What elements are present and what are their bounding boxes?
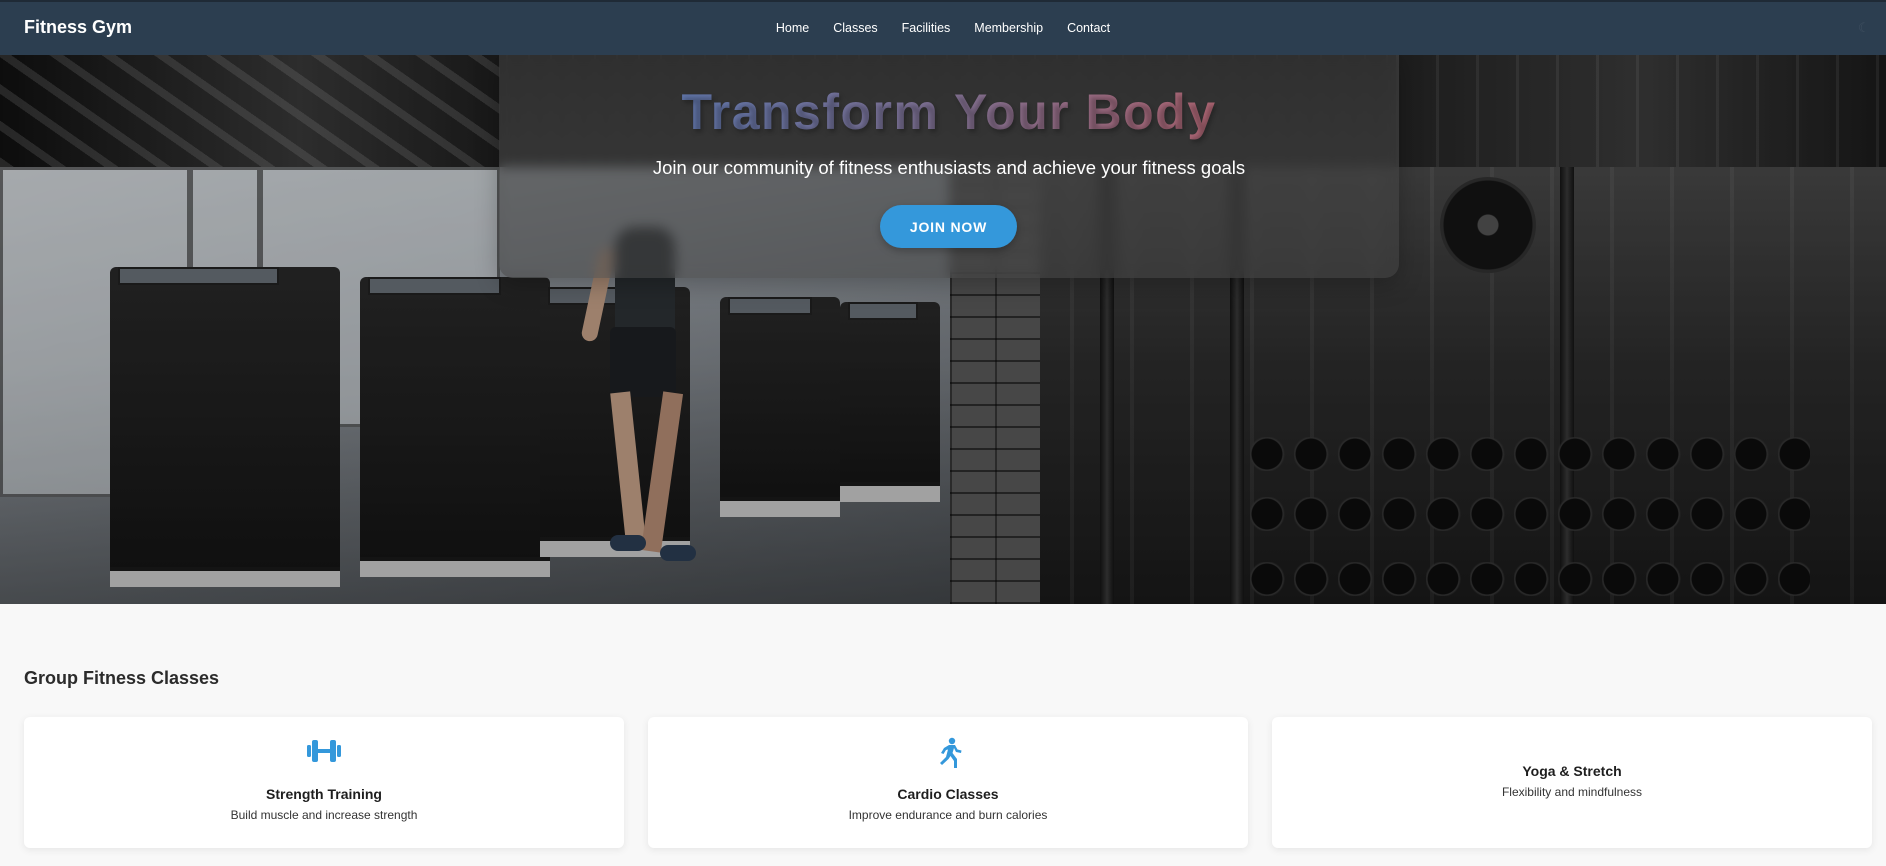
- class-card-title: Yoga & Stretch: [1522, 763, 1622, 779]
- classes-list: Strength Training Build muscle and incre…: [24, 717, 1872, 848]
- navbar: Fitness Gym Home Classes Facilities Memb…: [0, 0, 1886, 55]
- join-now-button[interactable]: JOIN NOW: [880, 205, 1017, 248]
- hero-section: Transform Your Body Join our community o…: [0, 55, 1886, 604]
- class-card-description: Improve endurance and burn calories: [848, 808, 1048, 822]
- main-nav: Home Classes Facilities Membership Conta…: [0, 21, 1886, 35]
- class-card-cardio[interactable]: Cardio Classes Improve endurance and bur…: [648, 717, 1248, 848]
- hero-subtitle: Join our community of fitness enthusiast…: [652, 157, 1246, 178]
- running-icon: [648, 737, 1248, 769]
- class-card-title: Cardio Classes: [897, 786, 999, 802]
- nav-link-facilities[interactable]: Facilities: [902, 21, 951, 35]
- hero-title: Transform Your Body: [499, 83, 1399, 141]
- dumbbell-icon: [24, 737, 624, 769]
- moon-icon[interactable]: ☾: [1858, 20, 1872, 35]
- class-card-description: Build muscle and increase strength: [230, 808, 418, 822]
- class-card-yoga[interactable]: Yoga & Stretch Flexibility and mindfulne…: [1272, 717, 1872, 848]
- class-card-description: Flexibility and mindfulness: [1501, 785, 1643, 799]
- hero-card: Transform Your Body Join our community o…: [499, 55, 1399, 278]
- classes-heading: Group Fitness Classes: [24, 668, 220, 688]
- class-card-strength[interactable]: Strength Training Build muscle and incre…: [24, 717, 624, 848]
- nav-link-contact[interactable]: Contact: [1067, 21, 1110, 35]
- nav-link-classes[interactable]: Classes: [833, 21, 877, 35]
- class-card-title: Strength Training: [266, 786, 382, 802]
- nav-link-membership[interactable]: Membership: [974, 21, 1043, 35]
- nav-link-home[interactable]: Home: [776, 21, 809, 35]
